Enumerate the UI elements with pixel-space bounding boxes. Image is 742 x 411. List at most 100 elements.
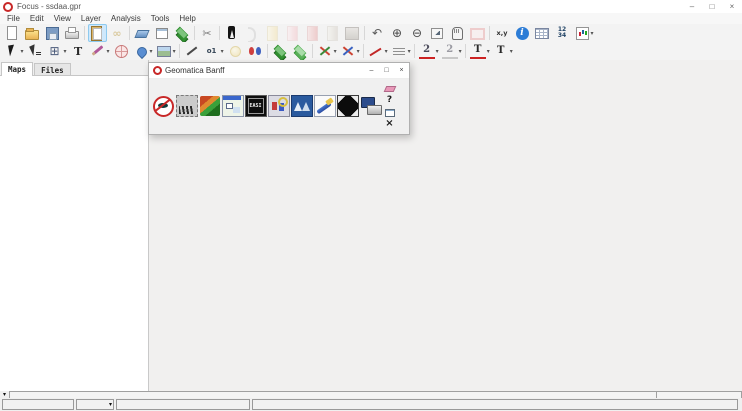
maximize-button[interactable]: □ [702, 0, 722, 13]
symbol-color-button[interactable]: 2▾ [418, 42, 440, 60]
focus-app-button[interactable] [152, 94, 175, 118]
license-button[interactable] [383, 82, 396, 94]
zoom-tool-button[interactable]: ⊞▾ [46, 42, 68, 60]
vector-edit-button[interactable]: o1▾ [203, 42, 225, 60]
close-button[interactable]: × [722, 0, 742, 13]
fly-app-button[interactable] [290, 94, 313, 118]
mosaic-app-button[interactable] [198, 94, 221, 118]
pan-icon [449, 25, 465, 41]
menu-edit[interactable]: Edit [25, 14, 49, 23]
symbol-style-button[interactable]: 2▾ [441, 42, 463, 60]
fill-color-button[interactable]: ▾ [132, 42, 154, 60]
clipboard-button[interactable] [88, 24, 107, 42]
help-button[interactable]: ? [383, 94, 396, 106]
cursor-coordinates-button[interactable]: x,y [493, 24, 512, 42]
menu-layer[interactable]: Layer [76, 14, 106, 23]
open-file-button[interactable] [23, 24, 42, 42]
tools-app-button[interactable] [313, 94, 336, 118]
numeric-values-button[interactable]: 12 34 [553, 24, 572, 42]
maps-panel-content[interactable] [0, 75, 148, 391]
new-window-button[interactable] [153, 24, 172, 42]
minimize-button[interactable]: – [682, 0, 702, 13]
select-tool-button[interactable]: ▾ [3, 42, 25, 60]
line-color-button[interactable]: ▾ [367, 42, 389, 60]
layer-add-button[interactable] [291, 42, 310, 60]
save-project-button[interactable] [43, 24, 62, 42]
banff-minimize-button[interactable]: – [364, 63, 379, 78]
easi-app-button[interactable]: EASI [244, 94, 267, 118]
cut-button[interactable]: ✂ [198, 24, 217, 42]
measure-tool-button[interactable]: ▾ [316, 42, 338, 60]
printsetup-icon [360, 96, 382, 116]
text-style-button[interactable]: T▾ [492, 42, 514, 60]
menu-help[interactable]: Help [174, 14, 200, 23]
xy-icon: x,y [494, 25, 510, 41]
statusbar-dropdown-icon[interactable]: ▾ [109, 401, 113, 408]
layers3-icon [292, 43, 308, 59]
undo-button[interactable]: ↶ [368, 24, 387, 42]
title-bar[interactable]: Focus - ssdaa.gpr – □ × [0, 0, 742, 14]
menu-file[interactable]: File [2, 14, 25, 23]
fly-icon [291, 95, 313, 117]
T2-icon: T [493, 43, 509, 59]
attribute-table-button[interactable] [533, 24, 552, 42]
contrast-enhance-button[interactable] [223, 24, 242, 42]
sketch-tool-button[interactable]: ▾ [89, 42, 111, 60]
insert-image-button[interactable]: ▾ [155, 42, 177, 60]
edit-tools-button[interactable]: ▾ [339, 42, 361, 60]
zoom-out-button[interactable]: ⊖ [408, 24, 427, 42]
print-button[interactable] [63, 24, 82, 42]
zoom-in-button[interactable]: ⊕ [388, 24, 407, 42]
banff-title-bar[interactable]: Geomatica Banff – □ × [149, 63, 409, 79]
cut-icon: ✂ [199, 25, 215, 41]
vedit-icon: o1 [204, 43, 220, 59]
print-setup-app-button[interactable] [359, 94, 382, 118]
geomatica-banff-window[interactable]: Geomatica Banff – □ × EASI ? × [148, 62, 410, 135]
app-icon [3, 2, 13, 12]
bar-gray-icon [324, 25, 340, 41]
gcp-marker-button[interactable] [246, 42, 265, 60]
exit-button[interactable]: × [383, 118, 396, 130]
eraser-button[interactable] [133, 24, 152, 42]
T-red-icon: T [470, 44, 486, 59]
easi-icon: EASI [245, 95, 267, 117]
sidebar-panel: Maps Files [0, 60, 149, 391]
highlight-tool-button [226, 42, 245, 60]
mosaic-icon [200, 96, 220, 116]
tab-maps[interactable]: Maps [1, 62, 33, 76]
gcp-icon [268, 95, 290, 117]
scale-tools-button[interactable]: ▾ [573, 24, 595, 42]
statusbar-cell-mode[interactable]: ▾ [76, 399, 114, 410]
menu-analysis[interactable]: Analysis [106, 14, 146, 23]
select-plus-tool-button[interactable] [26, 42, 45, 60]
orthoengine-app-button[interactable] [175, 94, 198, 118]
layers-button[interactable] [173, 24, 192, 42]
line-style-button[interactable]: ▾ [390, 42, 412, 60]
pan-button[interactable] [448, 24, 467, 42]
modeler-app-button[interactable] [221, 94, 244, 118]
menu-view[interactable]: View [49, 14, 76, 23]
windows-list-button[interactable] [383, 106, 396, 118]
gcp-works-app-button[interactable] [267, 94, 290, 118]
toolbar-separator [129, 26, 130, 40]
eraser-icon [134, 25, 150, 41]
banff-close-button[interactable]: × [394, 63, 409, 78]
contrast-icon [224, 25, 240, 41]
zoom-full-extent-button[interactable] [428, 24, 447, 42]
aoi-icon [469, 25, 485, 41]
mini-eraser-icon [384, 82, 396, 94]
layers-icon [174, 25, 190, 41]
chip-manager-app-button[interactable] [336, 94, 359, 118]
identify-button[interactable]: i [513, 24, 532, 42]
toolbar-separator [465, 44, 466, 58]
new-project-button[interactable] [3, 24, 22, 42]
text-color-button[interactable]: T▾ [469, 42, 491, 60]
text-tool-button[interactable]: T [69, 42, 88, 60]
menu-tools[interactable]: Tools [146, 14, 175, 23]
layer-view-button[interactable] [271, 42, 290, 60]
dropdown-arrow-icon: ▾ [357, 48, 360, 55]
line-icon [184, 43, 200, 59]
banff-maximize-button[interactable]: □ [379, 63, 394, 78]
projection-globe-button[interactable] [112, 42, 131, 60]
line-tool-button[interactable] [183, 42, 202, 60]
